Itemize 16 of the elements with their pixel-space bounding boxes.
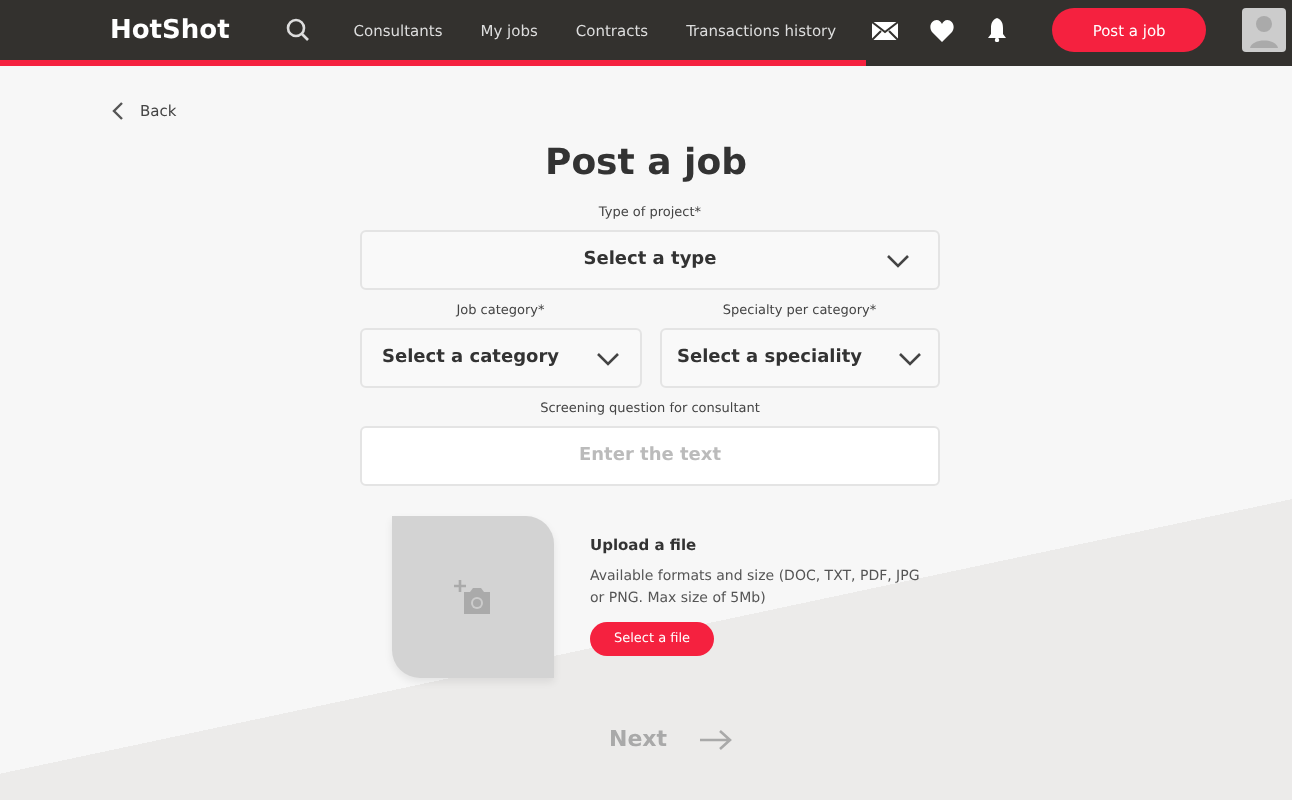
mail-icon[interactable] — [872, 21, 899, 39]
chevron-down-icon — [898, 351, 922, 365]
avatar-icon[interactable] — [1242, 8, 1287, 52]
page-title: Post a job — [543, 142, 749, 184]
logo[interactable]: HotShot — [110, 15, 230, 45]
screening-input-field[interactable]: Enter the text — [360, 426, 940, 486]
bell-icon[interactable] — [986, 18, 1009, 42]
category-select[interactable]: Select a speciality — [659, 328, 940, 388]
right-arrow-icon — [699, 729, 732, 749]
heart-icon[interactable] — [930, 19, 955, 41]
chevron-down-icon — [886, 253, 910, 267]
add-photo-icon — [453, 579, 493, 615]
category-select[interactable]: Select a category — [360, 328, 641, 388]
chevron-down-icon — [595, 351, 619, 365]
type-select[interactable]: Select a type — [360, 230, 940, 290]
search-icon[interactable] — [285, 18, 310, 42]
